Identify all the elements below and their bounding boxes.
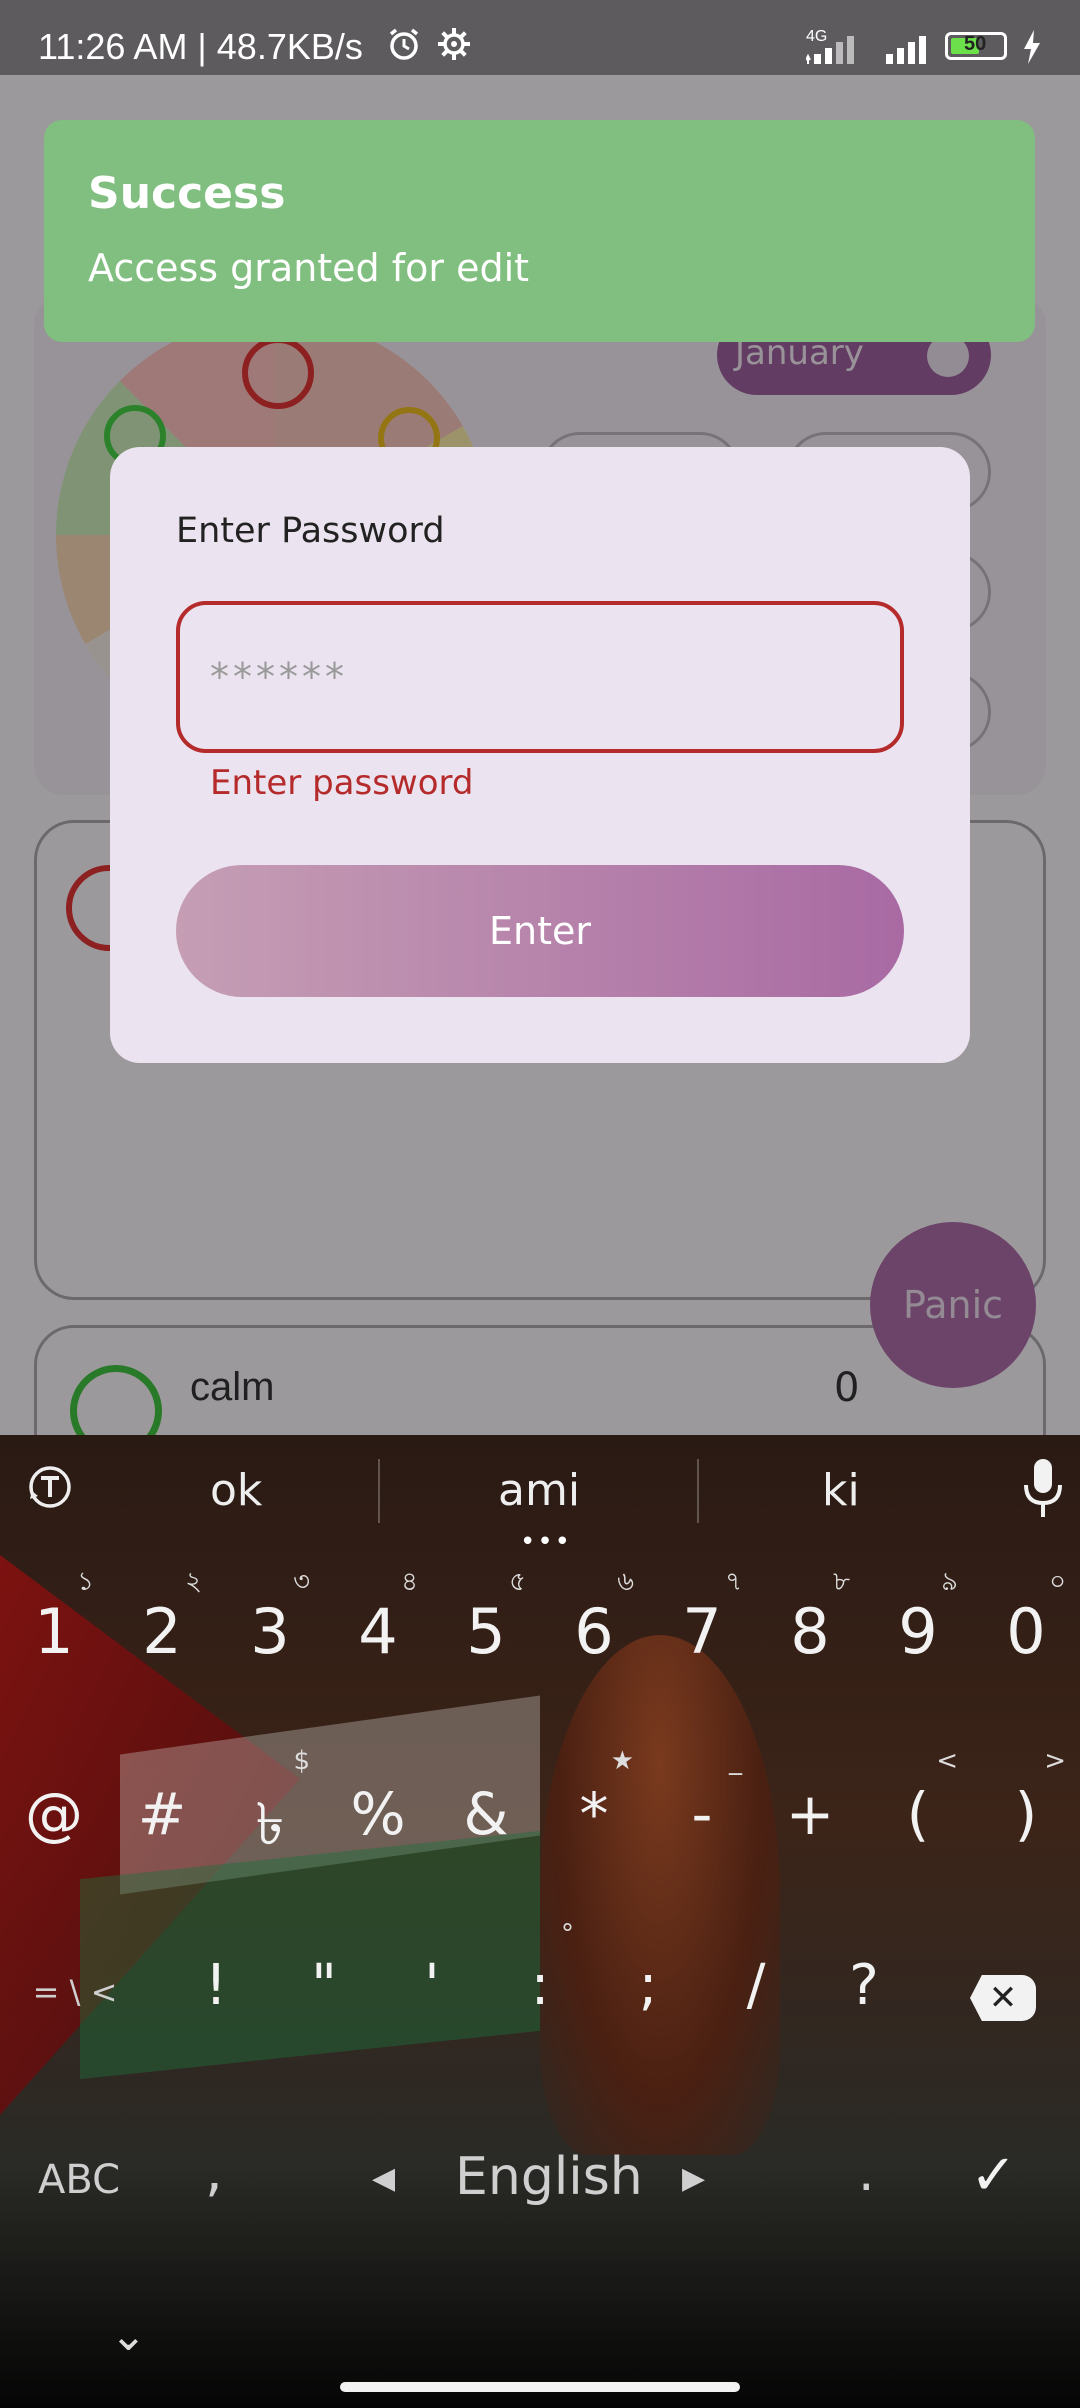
hide-keyboard-icon[interactable]: ⌄	[110, 2310, 147, 2361]
key-7[interactable]: ৭7	[648, 1567, 756, 1668]
key-asterisk[interactable]: ★ *	[540, 1746, 648, 1848]
comma-key[interactable]: ,	[205, 2139, 223, 2204]
key-single-quote[interactable]: '	[378, 1953, 486, 2018]
suggestion-bar: ok ami ••• ki	[0, 1435, 1080, 1557]
key-3[interactable]: ৩3	[216, 1567, 324, 1668]
key-9[interactable]: ৯9	[864, 1567, 972, 1668]
key-4[interactable]: ৪4	[324, 1567, 432, 1668]
suggestion-2[interactable]: ami	[498, 1465, 580, 1516]
charging-icon	[1024, 30, 1040, 64]
key-more-symbols[interactable]: = \ <	[10, 1973, 140, 2011]
key-1[interactable]: ১1	[0, 1567, 108, 1668]
key-percent[interactable]: %	[324, 1780, 432, 1848]
more-suggestions-icon[interactable]: •••	[520, 1527, 572, 1557]
signal-2-icon	[886, 36, 926, 64]
key-6[interactable]: ৬6	[540, 1567, 648, 1668]
password-dialog: Enter Password Enter password Enter	[110, 447, 970, 1063]
period-key[interactable]: .	[858, 2143, 875, 2203]
key-slash[interactable]: /	[702, 1953, 810, 2018]
home-indicator[interactable]	[340, 2382, 740, 2392]
space-bar[interactable]: English	[455, 2147, 643, 2207]
password-input[interactable]	[176, 601, 904, 753]
battery-level: 50	[964, 33, 987, 55]
backspace-icon[interactable]: ✕	[970, 1975, 1036, 2021]
toast-title: Success	[88, 168, 286, 219]
done-check-icon[interactable]: ✓	[970, 2143, 1017, 2208]
key-open-paren[interactable]: <(	[864, 1746, 972, 1848]
key-exclamation[interactable]: !	[162, 1953, 270, 2018]
key-2[interactable]: ২2	[108, 1567, 216, 1668]
signal-1-icon	[806, 36, 854, 64]
key-minus[interactable]: _ -	[648, 1746, 756, 1848]
key-close-paren[interactable]: >)	[972, 1746, 1080, 1848]
key-hash[interactable]: #	[108, 1780, 216, 1848]
key-8[interactable]: ৮8	[756, 1567, 864, 1668]
key-colon[interactable]: °:	[486, 1919, 594, 2018]
enter-button[interactable]: Enter	[176, 865, 904, 997]
key-semicolon[interactable]: ;	[594, 1953, 702, 2018]
status-bar: 11:26 AM | 48.7KB/s 4G 50	[0, 0, 1080, 75]
key-ampersand[interactable]: &	[432, 1780, 540, 1848]
key-5[interactable]: ৫5	[432, 1567, 540, 1668]
toast-message: Access granted for edit	[88, 246, 530, 290]
abc-key[interactable]: ABC	[38, 2157, 120, 2203]
settings-icon	[438, 28, 470, 60]
microphone-icon[interactable]	[1018, 1457, 1068, 1521]
text-tools-icon[interactable]	[26, 1463, 74, 1511]
keyboard-bottom-row: ABC , ◀ English ▶ . ✓	[0, 2125, 1080, 2235]
left-arrow-icon: ◀	[372, 2161, 396, 2196]
suggestion-3[interactable]: ki	[822, 1465, 860, 1516]
password-error-text: Enter password	[210, 763, 474, 803]
key-plus[interactable]: +	[756, 1780, 864, 1848]
alarm-icon	[389, 28, 419, 60]
key-at[interactable]: @	[0, 1780, 108, 1848]
key-0[interactable]: ০0	[972, 1567, 1080, 1668]
dialog-title: Enter Password	[176, 511, 445, 551]
status-time: 11:26 AM | 48.7KB/s	[38, 26, 363, 67]
key-taka[interactable]: $ ৳	[216, 1746, 324, 1877]
right-arrow-icon: ▶	[682, 2161, 706, 2196]
on-screen-keyboard: ok ami ••• ki ১1 ২2 ৩3 ৪4 ৫5 ৬6 ৭7 ৮8 ৯9…	[0, 1435, 1080, 2408]
battery-icon: 50	[945, 32, 1007, 60]
key-double-quote[interactable]: "	[270, 1953, 378, 2018]
suggestion-1[interactable]: ok	[210, 1465, 262, 1516]
success-toast: Success Access granted for edit	[44, 120, 1035, 342]
key-question[interactable]: ?	[810, 1953, 918, 2018]
